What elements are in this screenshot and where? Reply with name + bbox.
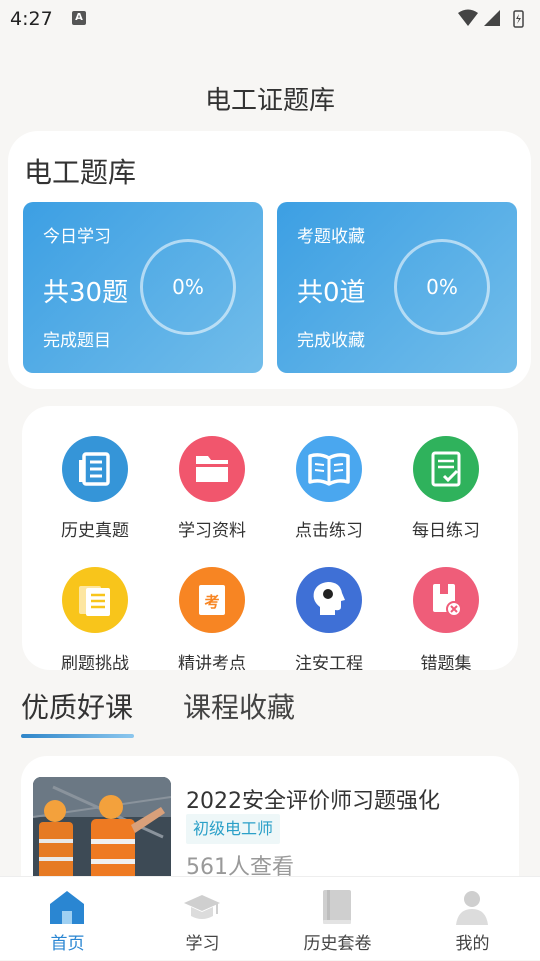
stat-label: 今日学习 <box>43 227 111 247</box>
grid-label: 历史真题 <box>61 521 129 541</box>
open-book-icon <box>296 436 362 502</box>
course-title: 2022安全评价师习题强化 <box>186 789 440 814</box>
grid-label: 错题集 <box>420 654 472 670</box>
stat-label: 考题收藏 <box>297 227 365 247</box>
stat-count: 共30题 <box>43 278 129 308</box>
stat-count: 共0道 <box>297 278 366 308</box>
page-title: 电工证题库 <box>204 86 335 116</box>
bottom-navigation: 首页 学习 历史套卷 我的 <box>0 876 540 960</box>
book-icon <box>323 890 351 924</box>
document-list-icon <box>62 436 128 502</box>
course-tabs: 优质好课 课程收藏 <box>0 686 540 742</box>
grid-item-history-exams[interactable]: 历史真题 <box>35 436 155 556</box>
progress-percent: 0% <box>426 275 458 299</box>
status-time: 4:27 <box>10 8 53 30</box>
checklist-icon <box>413 436 479 502</box>
stat-sub: 完成题目 <box>43 331 111 351</box>
grid-label: 学习资料 <box>178 521 246 541</box>
signal-icons <box>458 9 524 28</box>
nav-study[interactable]: 学习 <box>135 877 270 961</box>
favorites-card[interactable]: 考题收藏 共0道 完成收藏 0% <box>277 202 517 373</box>
nav-label: 我的 <box>455 934 490 954</box>
graduation-cap-icon <box>184 895 220 919</box>
nav-home[interactable]: 首页 <box>0 877 135 961</box>
grid-item-study-materials[interactable]: 学习资料 <box>152 436 272 556</box>
tab-quality-courses[interactable]: 优质好课 <box>21 686 133 726</box>
grid-item-daily-practice[interactable]: 每日练习 <box>386 436 506 556</box>
stacked-papers-icon <box>62 567 128 633</box>
tab-course-favorites[interactable]: 课程收藏 <box>183 686 295 726</box>
home-icon <box>50 891 84 924</box>
exam-paper-icon: 考 <box>179 567 245 633</box>
question-bank-title: 电工题库 <box>24 156 137 189</box>
nav-history-papers[interactable]: 历史套卷 <box>270 877 405 961</box>
grid-label: 注安工程 <box>295 654 363 670</box>
grid-label: 精讲考点 <box>178 654 246 670</box>
progress-percent: 0% <box>172 275 204 299</box>
nav-label: 首页 <box>50 934 85 954</box>
status-icons <box>456 8 532 34</box>
grid-label: 刷题挑战 <box>61 654 129 670</box>
head-profile-icon <box>296 567 362 633</box>
user-icon <box>456 891 488 925</box>
tab-underline <box>21 734 134 738</box>
grid-item-mistake-collection[interactable]: 错题集 <box>386 567 506 670</box>
grid-item-quiz-challenge[interactable]: 刷题挑战 <box>35 567 155 670</box>
question-bank-card: 电工题库 今日学习 共30题 完成题目 0% 考题收藏 共0道 完成收藏 0% <box>8 131 531 389</box>
course-level-tag: 初级电工师 <box>186 814 281 844</box>
status-bar: 4:27 A <box>0 0 540 38</box>
grid-item-key-points[interactable]: 考 精讲考点 <box>152 567 272 670</box>
course-thumbnail <box>33 777 171 887</box>
grid-label: 每日练习 <box>412 521 480 541</box>
grid-label: 点击练习 <box>295 521 363 541</box>
nav-profile[interactable]: 我的 <box>405 877 540 961</box>
stat-sub: 完成收藏 <box>297 331 365 351</box>
function-grid: 历史真题 学习资料 点击练习 每日练习 刷题挑战 考 精讲考点 注安工程 错题集 <box>22 406 518 670</box>
grid-item-click-practice[interactable]: 点击练习 <box>269 436 389 556</box>
nav-label: 历史套卷 <box>303 934 372 954</box>
nav-label: 学习 <box>185 934 220 954</box>
error-box-icon <box>413 567 479 633</box>
exam-glyph: 考 <box>204 593 219 611</box>
today-study-card[interactable]: 今日学习 共30题 完成题目 0% <box>23 202 263 373</box>
folder-icon <box>179 436 245 502</box>
notification-a-icon: A <box>72 11 86 25</box>
grid-item-safety-engineering[interactable]: 注安工程 <box>269 567 389 670</box>
